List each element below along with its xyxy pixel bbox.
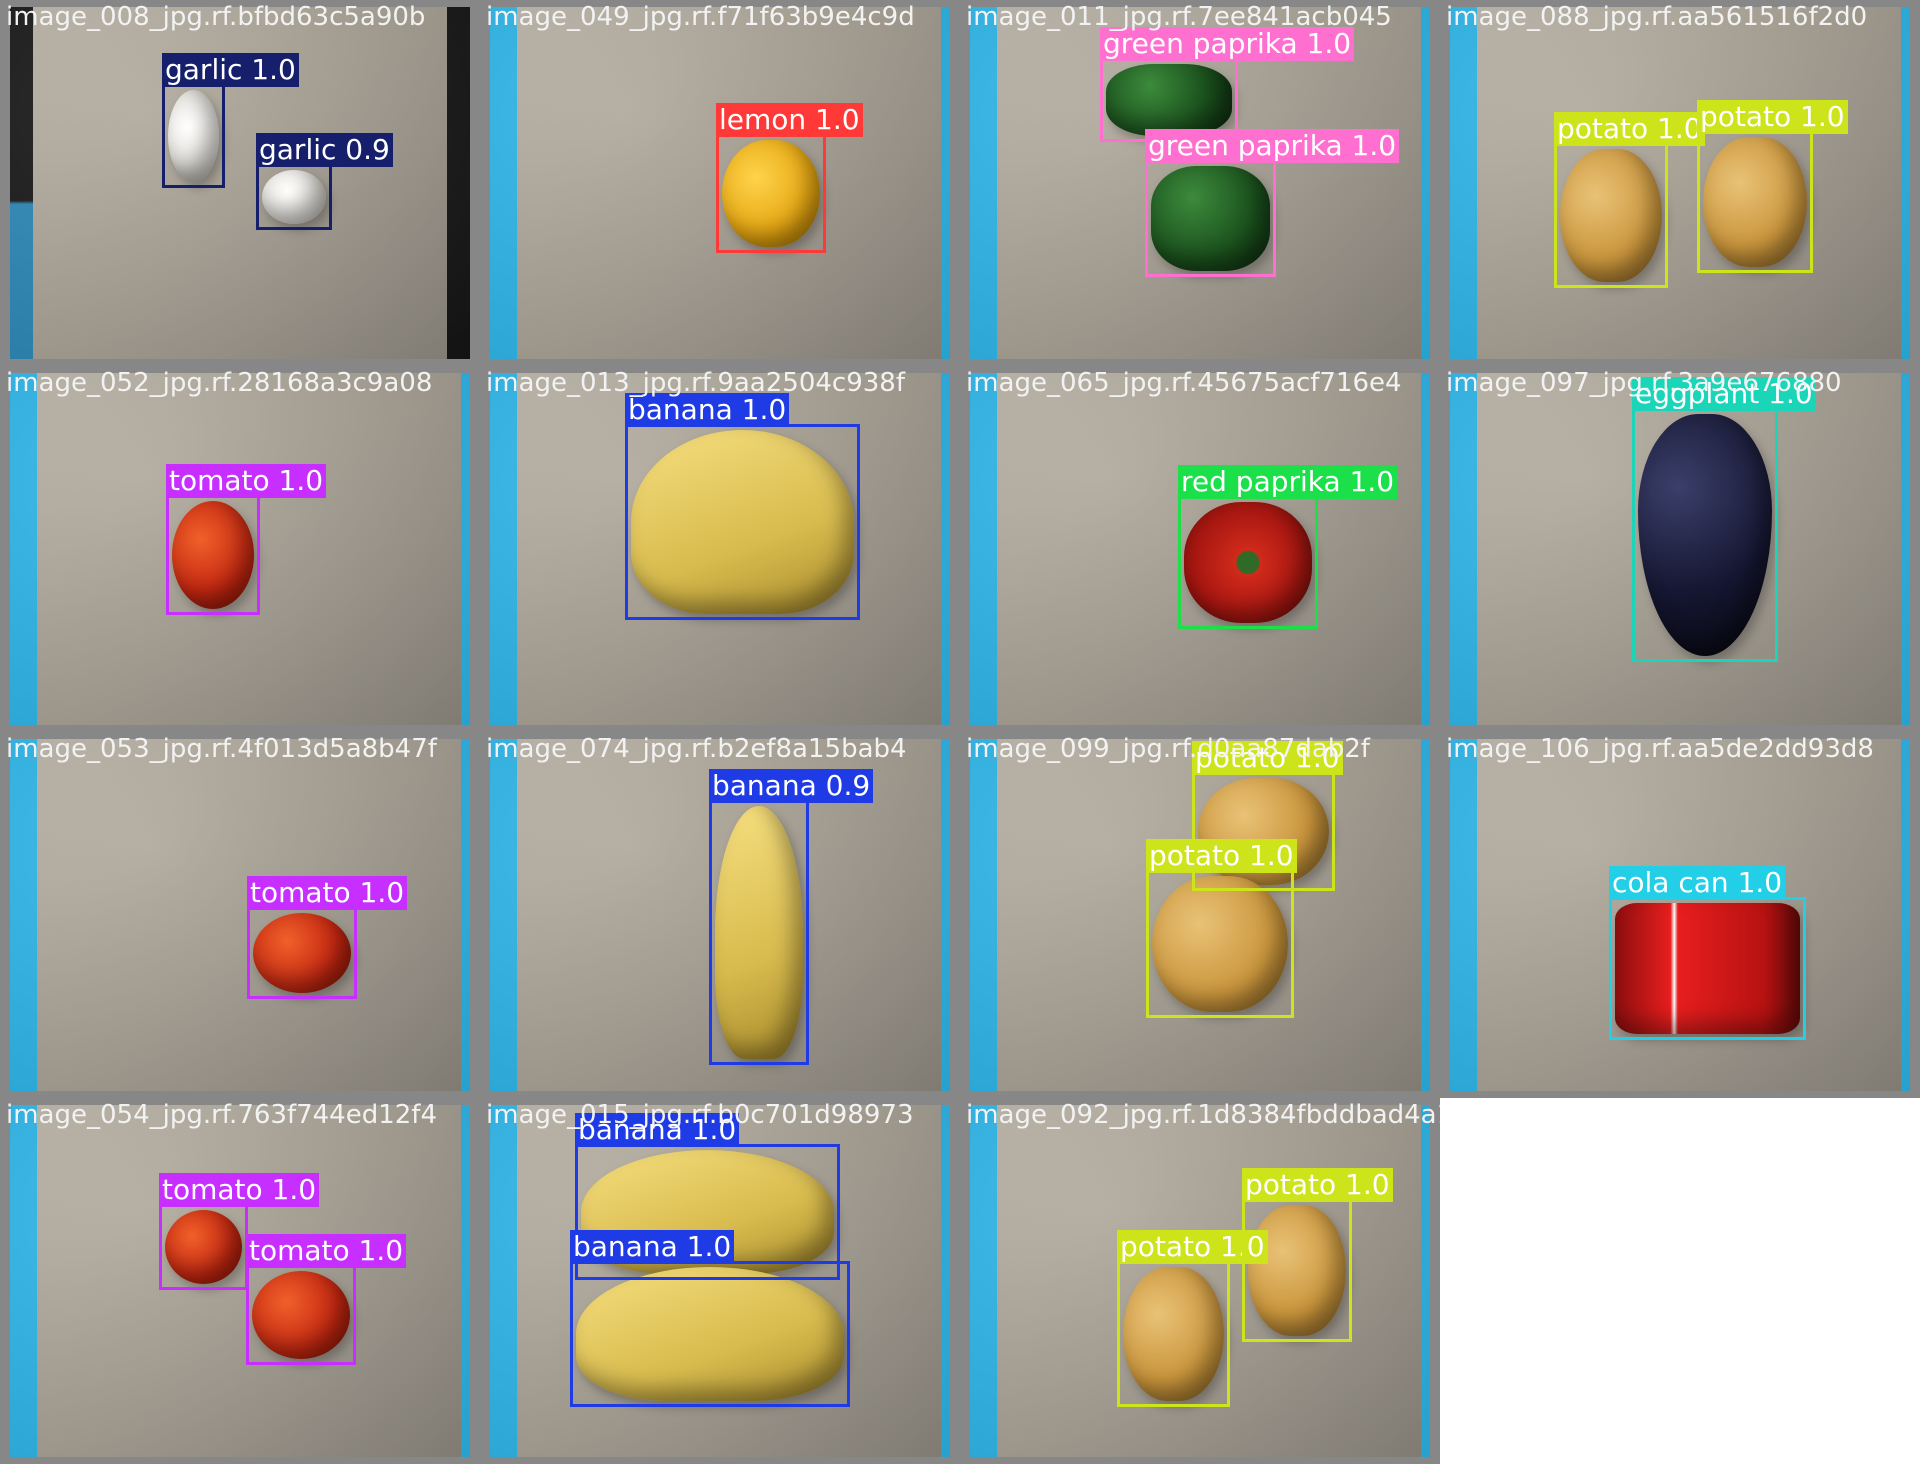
bounding-box[interactable]: tomato 1.0	[246, 1234, 407, 1365]
image-background	[1449, 7, 1911, 360]
image-tile[interactable]: image_092_jpg.rf.1d8384fbddbad4a1de9d15e…	[960, 1098, 1440, 1464]
bounding-box[interactable]: eggplant 1.0	[1632, 377, 1816, 662]
detection-label: potato 1.0	[1554, 112, 1705, 146]
image-tile[interactable]: image_015_jpg.rf.b0c701d98973 banana 1.0 b…	[480, 1098, 960, 1464]
image-tile[interactable]: image_099_jpg.rf.d0aa87dab2f potato 1.0 po…	[960, 732, 1440, 1098]
bounding-box[interactable]: red paprika 1.0	[1178, 465, 1398, 629]
bounding-box[interactable]: potato 1.0	[1117, 1230, 1268, 1407]
bounding-box[interactable]: banana 0.9	[709, 769, 874, 1065]
image-filename: image_088_jpg.rf.aa561516f2d0	[1446, 2, 1868, 32]
detection-label: garlic 1.0	[162, 53, 299, 87]
image-filename: image_053_jpg.rf.4f013d5a8b47f	[6, 734, 437, 764]
blue-tape-right	[1421, 1105, 1431, 1457]
blue-tape-right	[941, 373, 951, 725]
blue-tape-right	[1421, 373, 1431, 725]
image-tile[interactable]: image_106_jpg.rf.aa5de2dd93d8cola can 1.…	[1440, 732, 1920, 1098]
image-tile[interactable]: image_052_jpg.rf.28168a3c9a08tomato 1.0	[0, 366, 480, 732]
bounding-box[interactable]: potato 1.0	[1242, 1168, 1393, 1342]
image-tile[interactable]: image_054_jpg.rf.763f744ed12f4tomato 1.0…	[0, 1098, 480, 1464]
blue-tape-right	[1421, 739, 1431, 1091]
image-filename: image_015_jpg.rf.b0c701d98973	[486, 1100, 914, 1130]
blue-tape-left	[1449, 739, 1478, 1091]
image-filename: image_099_jpg.rf.d0aa87dab2f	[966, 734, 1370, 764]
detection-label: tomato 1.0	[246, 1234, 407, 1268]
image-tile[interactable]: image_088_jpg.rf.aa561516f2d0potato 1.0 p…	[1440, 0, 1920, 366]
dark-border-left	[9, 7, 33, 359]
detection-label: lemon 1.0	[716, 103, 863, 137]
detection-label: banana 1.0	[570, 1230, 735, 1264]
blue-tape-right	[941, 1105, 951, 1457]
detection-label: green paprika 1.0	[1145, 129, 1400, 163]
image-tile[interactable]: image_065_jpg.rf.45675acf716e4red paprik…	[960, 366, 1440, 732]
blue-tape-left	[489, 1105, 518, 1457]
dark-border-right	[447, 7, 471, 359]
image-tile[interactable]: image_008_jpg.rf.bfbd63c5a90bgarlic 1.0 g…	[0, 0, 480, 366]
blue-tape-left	[489, 373, 518, 725]
detection-label: tomato 1.0	[159, 1173, 320, 1207]
image-filename: image_097_jpg.rf.3a9e676880	[1446, 368, 1842, 398]
blue-tape-right	[941, 7, 951, 359]
bounding-box[interactable]: garlic 1.0	[162, 53, 299, 188]
detection-label: tomato 1.0	[166, 464, 327, 498]
image-filename: image_074_jpg.rf.b2ef8a15bab4	[486, 734, 907, 764]
image-filename: image_049_jpg.rf.f71f63b9e4c9d	[486, 2, 915, 32]
bounding-box[interactable]: potato 1.0	[1146, 839, 1297, 1018]
bounding-box[interactable]: cola can 1.0	[1609, 866, 1806, 1040]
image-tile[interactable]: image_097_jpg.rf.3a9e676880 eggplant 1.0	[1440, 366, 1920, 732]
image-filename: image_092_jpg.rf.1d8384fbddbad4a1de9d15e	[966, 1100, 1440, 1130]
detection-label: potato 1.0	[1146, 839, 1297, 873]
image-tile[interactable]: image_049_jpg.rf.f71f63b9e4c9dlemon 1.0	[480, 0, 960, 366]
blue-tape-right	[1901, 739, 1911, 1091]
blue-tape-left	[969, 739, 998, 1091]
image-tile[interactable]: image_053_jpg.rf.4f013d5a8b47ftomato 1.0	[0, 732, 480, 1098]
detection-label: potato 1.0	[1242, 1168, 1393, 1202]
detection-label: cola can 1.0	[1609, 866, 1786, 900]
detection-label: potato 1.0	[1697, 100, 1848, 134]
blue-tape-left	[1449, 7, 1478, 359]
blue-tape-left	[9, 1105, 38, 1457]
bounding-box[interactable]: tomato 1.0	[159, 1173, 320, 1290]
image-tile[interactable]: image_074_jpg.rf.b2ef8a15bab4banana 0.9	[480, 732, 960, 1098]
blue-tape-left	[969, 1105, 998, 1457]
blue-tape-right	[1901, 373, 1911, 725]
bounding-box[interactable]: banana 1.0	[570, 1230, 850, 1407]
detection-label: tomato 1.0	[247, 876, 408, 910]
blue-tape-right	[461, 739, 471, 1091]
detection-grid: image_008_jpg.rf.bfbd63c5a90bgarlic 1.0 g…	[0, 0, 1920, 1464]
bounding-box[interactable]: potato 1.0	[1554, 112, 1705, 288]
image-filename: image_013_jpg.rf.9aa2504c938f	[486, 368, 905, 398]
image-filename: image_011_jpg.rf.7ee841acb045	[966, 2, 1392, 32]
blue-tape-right	[461, 1105, 471, 1457]
detection-label: banana 0.9	[709, 769, 874, 803]
blue-tape-left	[9, 373, 38, 725]
bounding-box[interactable]: garlic 0.9	[256, 133, 393, 230]
image-tile[interactable]: image_013_jpg.rf.9aa2504c938f banana 1.0	[480, 366, 960, 732]
bounding-box[interactable]: lemon 1.0	[716, 103, 863, 253]
detection-label: garlic 0.9	[256, 133, 393, 167]
bounding-box[interactable]: banana 1.0	[625, 393, 860, 620]
image-filename: image_052_jpg.rf.28168a3c9a08	[6, 368, 433, 398]
bounding-box[interactable]: green paprika 1.0	[1145, 129, 1400, 277]
blue-tape-left	[489, 7, 518, 359]
blue-tape-left	[1449, 373, 1478, 725]
blue-tape-right	[1901, 7, 1911, 359]
blue-tape-left	[969, 7, 998, 359]
blue-tape-left	[9, 739, 38, 1091]
image-background	[9, 739, 471, 1092]
bounding-box[interactable]: potato 1.0	[1697, 100, 1848, 273]
blue-tape-left	[489, 739, 518, 1091]
bounding-box[interactable]: tomato 1.0	[247, 876, 408, 999]
image-filename: image_065_jpg.rf.45675acf716e4	[966, 368, 1402, 398]
image-filename: image_106_jpg.rf.aa5de2dd93d8	[1446, 734, 1874, 764]
image-filename: image_054_jpg.rf.763f744ed12f4	[6, 1100, 438, 1130]
image-filename: image_008_jpg.rf.bfbd63c5a90b	[6, 2, 426, 32]
bounding-box[interactable]: tomato 1.0	[166, 464, 327, 615]
blue-tape-right	[941, 739, 951, 1091]
blue-tape-right	[461, 373, 471, 725]
detection-label: red paprika 1.0	[1178, 465, 1398, 499]
blue-tape-right	[1421, 7, 1431, 359]
image-tile[interactable]: image_011_jpg.rf.7ee841acb045green papri…	[960, 0, 1440, 366]
blue-tape-left	[969, 373, 998, 725]
